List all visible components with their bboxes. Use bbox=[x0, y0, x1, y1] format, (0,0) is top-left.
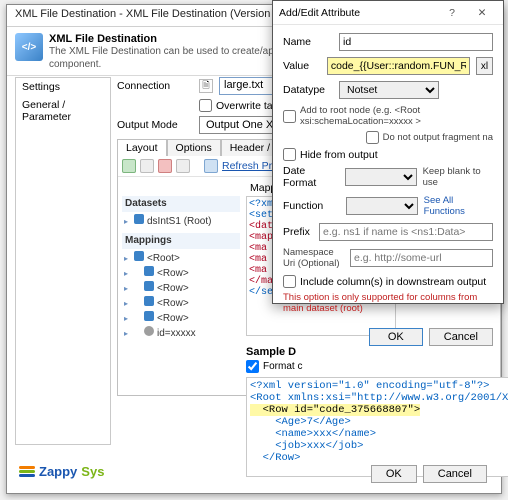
output-fragment-checkbox[interactable]: Do not output fragment na bbox=[283, 131, 493, 144]
value-label: Value bbox=[283, 60, 321, 72]
left-nav-item-settings[interactable]: Settings bbox=[16, 78, 110, 96]
namespace-label: Namespace Uri (Optional) bbox=[283, 247, 344, 269]
refresh-icon[interactable] bbox=[204, 159, 218, 173]
modal-cancel-button[interactable]: Cancel bbox=[429, 328, 493, 346]
xml-icon bbox=[15, 33, 43, 61]
connection-label: Connection bbox=[117, 80, 193, 92]
delete-node-icon[interactable] bbox=[158, 159, 172, 173]
tab-options[interactable]: Options bbox=[167, 139, 221, 156]
datasets-tree: Datasets dsIntS1 (Root) Mappings <Root> … bbox=[122, 196, 240, 316]
function-select[interactable] bbox=[346, 197, 418, 215]
datatype-select[interactable]: Notset bbox=[339, 81, 439, 99]
close-icon[interactable]: ✕ bbox=[467, 3, 497, 23]
help-icon[interactable]: ? bbox=[437, 3, 467, 23]
modal-button-row: OK Cancel bbox=[273, 322, 503, 356]
file-icon: 🗎 bbox=[199, 79, 213, 93]
include-columns-checkbox[interactable]: Include column(s) in downstream output bbox=[283, 275, 493, 288]
prefix-label: Prefix bbox=[283, 226, 313, 238]
mappings-header: Mappings bbox=[122, 233, 240, 249]
function-label: Function bbox=[283, 200, 340, 212]
map-row[interactable]: <Row> bbox=[122, 296, 240, 311]
zappysys-logo: ZappySys bbox=[19, 464, 104, 479]
modal-ok-button[interactable]: OK bbox=[369, 328, 423, 346]
add-node-icon[interactable] bbox=[122, 159, 136, 173]
datatype-label: Datatype bbox=[283, 84, 333, 96]
prefix-input[interactable] bbox=[319, 223, 493, 241]
date-format-select[interactable] bbox=[345, 168, 417, 186]
modal-titlebar: Add/Edit Attribute ? ✕ bbox=[273, 1, 503, 25]
hide-checkbox[interactable]: Hide from output bbox=[283, 148, 493, 161]
map-root[interactable]: <Root> bbox=[122, 251, 240, 266]
left-nav: Settings General / Parameter bbox=[15, 77, 111, 445]
map-id-attr[interactable]: id=xxxxx bbox=[122, 326, 240, 341]
value-input[interactable] bbox=[327, 57, 470, 75]
tab-layout[interactable]: Layout bbox=[117, 139, 167, 156]
map-row[interactable]: <Row> bbox=[122, 311, 240, 326]
ok-button[interactable]: OK bbox=[371, 465, 417, 483]
include-warning: This option is only supported for column… bbox=[283, 292, 493, 314]
see-all-functions-link[interactable]: See All Functions bbox=[424, 195, 493, 217]
left-nav-item-general[interactable]: General / Parameter bbox=[16, 96, 110, 126]
add-root-checkbox[interactable]: Add to root node (e.g. <Root xsi:schemaL… bbox=[283, 105, 493, 127]
sample-code[interactable]: <?xml version="1.0" encoding="utf-8"?> <… bbox=[246, 377, 508, 477]
map-row[interactable]: <Row> bbox=[122, 281, 240, 296]
output-mode-label: Output Mode bbox=[117, 119, 193, 131]
cancel-button[interactable]: Cancel bbox=[423, 465, 487, 483]
dataset-item[interactable]: dsIntS1 (Root) bbox=[122, 214, 240, 229]
dialog-buttons: OK Cancel bbox=[371, 465, 487, 483]
edit-node-icon[interactable] bbox=[140, 159, 154, 173]
datasets-header: Datasets bbox=[122, 196, 240, 212]
modal-title: Add/Edit Attribute bbox=[279, 7, 360, 19]
namespace-input[interactable] bbox=[350, 249, 493, 267]
copy-icon[interactable] bbox=[176, 159, 190, 173]
format-checkbox[interactable]: Format c bbox=[246, 360, 506, 373]
date-format-label: Date Format bbox=[283, 165, 339, 189]
name-input[interactable] bbox=[339, 33, 493, 51]
map-row[interactable]: <Row> bbox=[122, 266, 240, 281]
expression-button[interactable]: xl bbox=[476, 57, 493, 75]
add-edit-attribute-dialog: Add/Edit Attribute ? ✕ Name Value xl Dat… bbox=[272, 0, 504, 304]
date-hint: Keep blank to use bbox=[423, 166, 493, 188]
name-label: Name bbox=[283, 36, 333, 48]
header-title: XML File Destination bbox=[49, 33, 157, 45]
